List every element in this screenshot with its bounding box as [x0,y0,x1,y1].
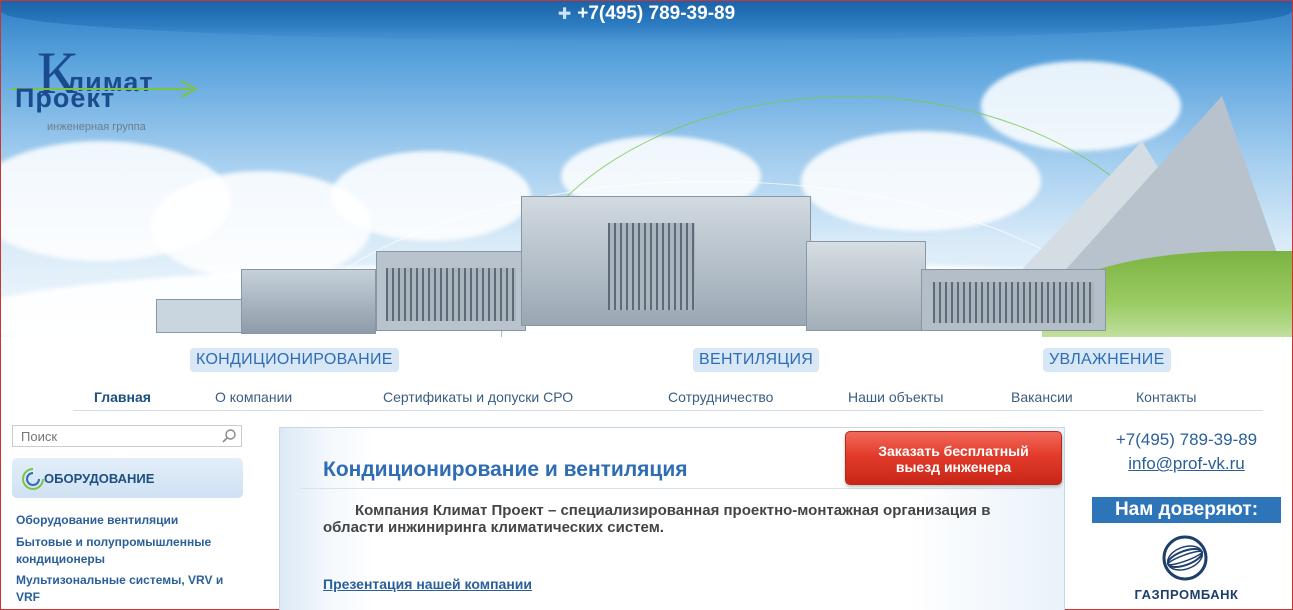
hvac-unit-image [241,269,376,334]
swirl-icon [22,468,44,490]
partner-name: ГАЗПРОМБАНК [1134,587,1239,602]
trust-heading: Нам доверяют: [1092,497,1281,523]
presentation-link[interactable]: Презентация нашей компании [323,576,532,592]
contact-email[interactable]: info@prof-vk.ru [1094,454,1279,474]
search-input[interactable] [13,426,213,446]
header-phone[interactable]: ✚ +7(495) 789-39-89 [1,3,1292,25]
logo-line2: Проект [15,83,116,113]
page-title: Кондиционирование и вентиляция [323,458,688,481]
category-ventilation[interactable]: ВЕНТИЛЯЦИЯ [693,348,820,372]
sidebar-link-ventilation[interactable]: Оборудование вентиляции [16,512,236,529]
nav-about[interactable]: О компании [215,389,292,405]
logo-subtitle: инженерная группа [47,121,146,133]
hvac-unit-image [806,241,926,331]
hvac-unit-image [376,251,526,331]
nav-home[interactable]: Главная [94,389,151,405]
phone-icon: ✚ [557,6,572,23]
equipment-menu-header[interactable]: ОБОРУДОВАНИЕ [12,458,243,498]
order-engineer-button[interactable]: Заказать бесплатный выезд инженера [845,431,1062,485]
main-content: Кондиционирование и вентиляция Компания … [279,427,1065,610]
hvac-unit-image [921,269,1106,331]
nav-certificates[interactable]: Сертификаты и допуски СРО [383,389,573,405]
search-box [12,425,242,447]
gazprombank-logo-icon[interactable] [1161,534,1209,582]
hvac-unit-image [156,299,246,333]
site-logo[interactable]: К лимат Проект инженерная группа [11,39,201,139]
header-phone-text: +7(495) 789-39-89 [577,3,736,24]
category-conditioning[interactable]: КОНДИЦИОНИРОВАНИЕ [190,348,399,372]
divider [300,488,1040,489]
order-button-line2: выезд инженера [895,459,1012,475]
nav-projects[interactable]: Наши объекты [848,389,943,405]
nav-cooperation[interactable]: Сотрудничество [668,389,773,405]
order-button-line1: Заказать бесплатный [878,443,1029,459]
nav-contacts[interactable]: Контакты [1136,389,1196,405]
main-nav: Главная О компании Сертификаты и допуски… [73,387,1263,411]
intro-text: Компания Климат Проект – специализирован… [323,502,991,536]
hvac-unit-image [521,196,811,326]
equipment-label: ОБОРУДОВАНИЕ [44,471,155,486]
category-humidification[interactable]: УВЛАЖНЕНИЕ [1043,348,1171,372]
nav-vacancies[interactable]: Вакансии [1011,389,1073,405]
sidebar-link-vrv[interactable]: Мультизональные системы, VRV и VRF [16,572,231,606]
top-phone-bar: ✚ +7(495) 789-39-89 [1,1,1292,41]
sidebar-link-household[interactable]: Бытовые и полупромышленные кондиционеры [16,534,226,568]
contact-phone[interactable]: +7(495) 789-39-89 [1094,430,1279,450]
header-banner: ✚ +7(495) 789-39-89 К лимат Проект инжене… [1,1,1292,337]
search-icon[interactable] [221,428,237,444]
